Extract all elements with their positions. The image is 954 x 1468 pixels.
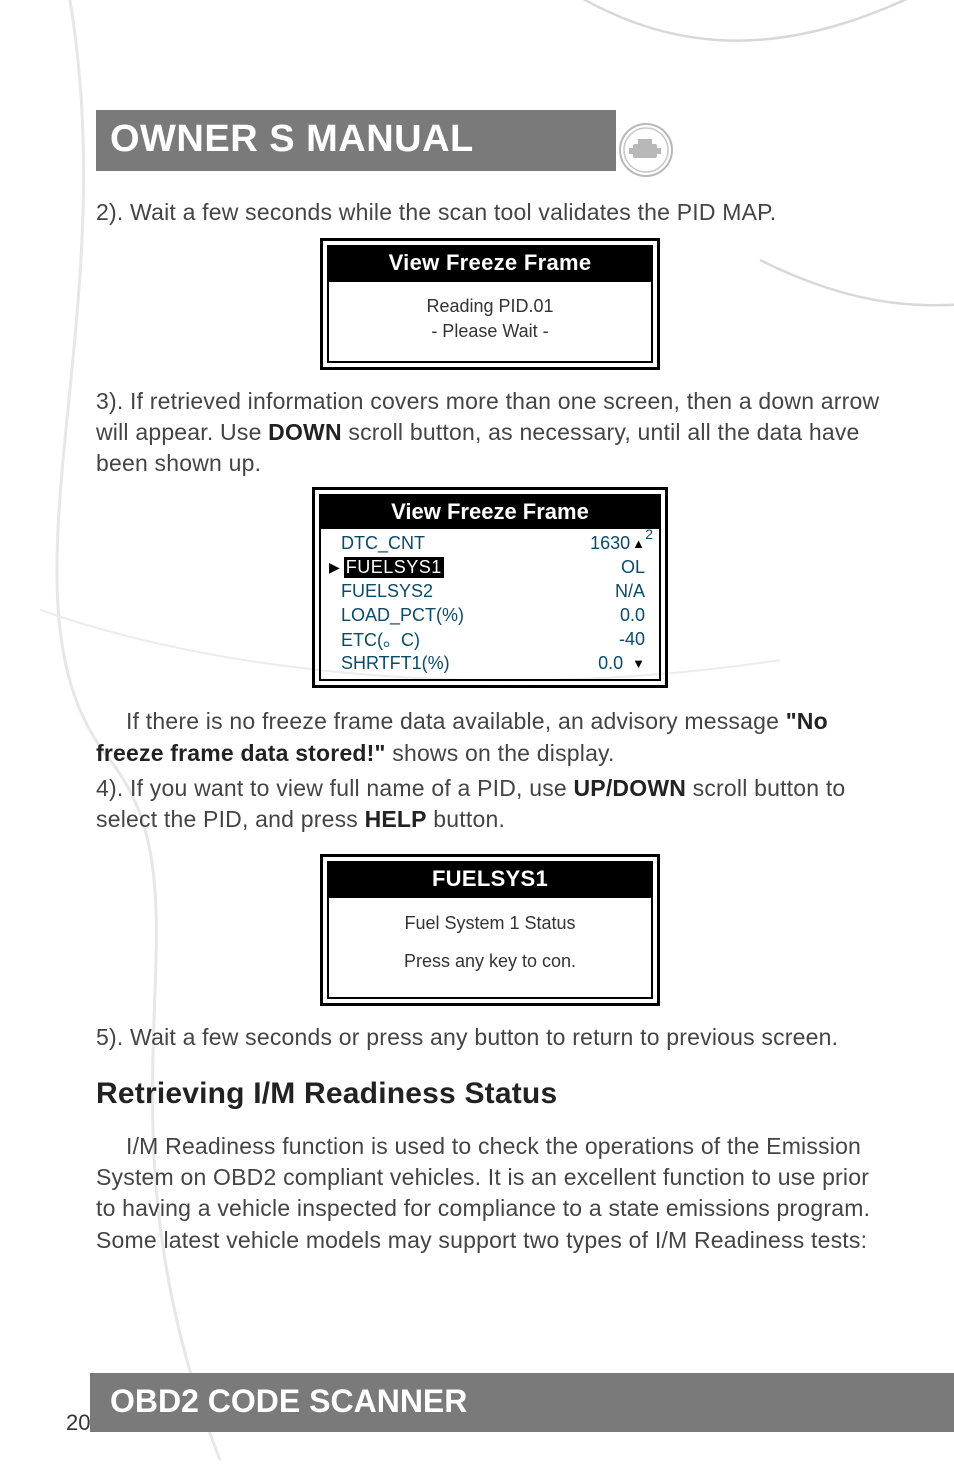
pid-row: DTC_CNT 1630▲ [341,531,645,555]
pid-row: ETC(。C) -40 [341,627,645,651]
lcd-screen-reading-pid: View Freeze Frame Reading PID.01 - Pleas… [320,238,660,369]
pid-row: SHRTFT1(%) 0.0 ▼ [341,651,645,675]
header-title: OWNER S MANUAL [110,118,474,160]
pid-name: FUELSYS1 [344,557,444,578]
screen1-line1: Reading PID.01 [337,294,643,319]
step-5-text: 5). Wait a few seconds or press any butt… [96,1022,884,1053]
up-arrow-icon: ▲ [632,536,645,551]
page-number: 20 [66,1410,90,1436]
screen2-title: View Freeze Frame [321,496,659,529]
pid-value: N/A [615,581,645,602]
step-2-text: 2). Wait a few seconds while the scan to… [96,197,884,228]
lcd-screen-pid-list: View Freeze Frame 2 DTC_CNT 1630▲ ▶FUELS… [312,487,668,688]
pid-row-selected: ▶FUELSYS1 OL [341,555,645,579]
down-arrow-icon: ▼ [632,656,645,671]
im-readiness-paragraph: I/M Readiness function is used to check … [96,1131,884,1256]
screen3-title: FUELSYS1 [329,863,651,898]
screen2-page-indicator: 2 [645,526,653,542]
pid-value: -40 [619,629,645,650]
pid-name: SHRTFT1(%) [341,653,450,674]
pid-name: DTC_CNT [341,533,425,554]
footer-title: OBD2 CODE SCANNER [110,1383,467,1419]
section-heading-im-readiness: Retrieving I/M Readiness Status [96,1077,884,1111]
selection-pointer-icon: ▶ [329,559,340,576]
screen1-title: View Freeze Frame [329,247,651,282]
pid-value: OL [621,557,645,578]
step-3-text: 3). If retrieved information covers more… [96,386,884,480]
pid-row: FUELSYS2 N/A [341,579,645,603]
header-title-bar: OWNER S MANUAL [96,110,616,171]
step-4-text: 4). If you want to view full name of a P… [96,773,884,836]
pid-value: 0.0 [598,653,623,674]
pid-name: FUELSYS2 [341,581,433,602]
lcd-screen-help: FUELSYS1 Fuel System 1 Status Press any … [320,854,660,1006]
screen1-line2: - Please Wait - [337,319,643,344]
pid-row: LOAD_PCT(%) 0.0 [341,603,645,627]
pid-name: ETC(。C) [341,626,420,652]
screen3-line2: Press any key to con. [337,946,643,977]
no-freeze-frame-para: If there is no freeze frame data availab… [96,706,884,769]
screen3-line1: Fuel System 1 Status [337,908,643,939]
pid-value: 0.0 [620,605,645,626]
pid-name: LOAD_PCT(%) [341,605,464,626]
footer-title-bar: OBD2 CODE SCANNER [90,1373,954,1432]
pid-value: 1630 [590,533,630,554]
